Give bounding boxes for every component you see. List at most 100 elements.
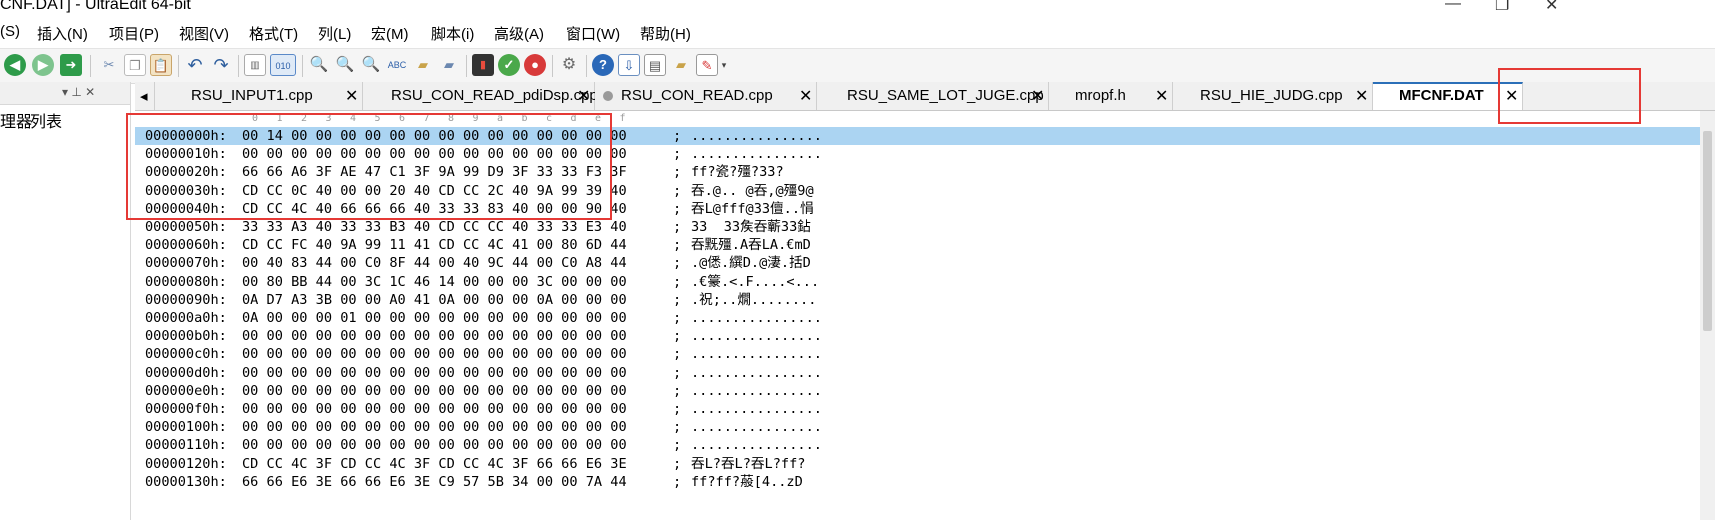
row-bytes[interactable]: CD CC FC 40 9A 99 11 41 CD CC 4C 41 00 8… <box>242 236 627 254</box>
row-ascii[interactable]: ................ <box>691 309 822 327</box>
menu-item-column[interactable]: 列(L) <box>318 23 351 44</box>
tab-scroll-left[interactable]: ◂ <box>135 82 155 110</box>
settings-icon[interactable]: ⚙ <box>558 54 580 76</box>
tab-mropf-h[interactable]: mropf.h ✕ <box>1049 82 1173 110</box>
row-ascii[interactable]: ff?瓷?殭?33? <box>691 163 784 181</box>
column-mode-icon[interactable]: ▥ <box>244 54 266 76</box>
tab-rsu-input1[interactable]: RSU_INPUT1.cpp ✕ <box>155 82 363 110</box>
row-bytes[interactable]: CD CC 4C 3F CD CC 4C 3F CD CC 4C 3F 66 6… <box>242 455 627 473</box>
undo-icon[interactable]: ↶ <box>184 54 206 76</box>
hex-mode-icon[interactable]: 010 <box>270 54 296 76</box>
hex-row[interactable]: 000000c0h: 00 00 00 00 00 00 00 00 00 00 … <box>135 345 1715 363</box>
script-icon[interactable]: ▮ <box>472 54 494 76</box>
menu-item-insert[interactable]: 插入(N) <box>37 23 88 44</box>
copy-icon[interactable]: ❐ <box>124 54 146 76</box>
view-icon[interactable]: ▤ <box>644 54 666 76</box>
hex-row[interactable]: 00000120h: CD CC 4C 3F CD CC 4C 3F CD CC … <box>135 455 1715 473</box>
row-bytes[interactable]: CD CC 4C 40 66 66 66 40 33 33 83 40 00 0… <box>242 200 627 218</box>
row-ascii[interactable]: ff?ff?蒰[4..zD <box>691 473 803 491</box>
row-ascii[interactable]: ................ <box>691 327 822 345</box>
stop-macro-icon[interactable]: ● <box>524 54 546 76</box>
hex-row[interactable]: 00000070h: 00 40 83 44 00 C0 8F 44 00 40 … <box>135 254 1715 272</box>
row-bytes[interactable]: 00 14 00 00 00 00 00 00 00 00 00 00 00 0… <box>242 127 627 145</box>
folder-icon[interactable]: ▰ <box>670 54 692 76</box>
tab-list[interactable]: 列表 <box>30 108 62 132</box>
spellcheck-icon[interactable]: ABC <box>386 54 408 76</box>
row-ascii[interactable]: .€籇.<.F....<... <box>691 273 819 291</box>
menu-item-format[interactable]: 格式(T) <box>249 23 298 44</box>
tab-close-icon[interactable]: ✕ <box>1155 86 1168 106</box>
edit-icon[interactable]: ✎ <box>696 54 718 76</box>
row-ascii[interactable]: ................ <box>691 364 822 382</box>
jump-icon[interactable]: ➜ <box>60 54 82 76</box>
vertical-scrollbar[interactable] <box>1700 111 1715 520</box>
row-bytes[interactable]: 00 00 00 00 00 00 00 00 00 00 00 00 00 0… <box>242 364 627 382</box>
hex-row[interactable]: 00000110h: 00 00 00 00 00 00 00 00 00 00 … <box>135 436 1715 454</box>
hex-row[interactable]: 000000b0h: 00 00 00 00 00 00 00 00 00 00 … <box>135 327 1715 345</box>
row-ascii[interactable]: ................ <box>691 418 822 436</box>
tab-close-icon[interactable]: ✕ <box>799 86 812 106</box>
row-ascii[interactable]: 吞黖殭.A吞LA.€mD <box>691 236 811 254</box>
row-bytes[interactable]: CD CC 0C 40 00 00 20 40 CD CC 2C 40 9A 9… <box>242 182 627 200</box>
row-ascii[interactable]: ................ <box>691 436 822 454</box>
row-bytes[interactable]: 0A D7 A3 3B 00 00 A0 41 0A 00 00 00 0A 0… <box>242 291 627 309</box>
row-bytes[interactable]: 00 00 00 00 00 00 00 00 00 00 00 00 00 0… <box>242 345 627 363</box>
scrollbar-thumb[interactable] <box>1703 131 1712 331</box>
row-bytes[interactable]: 00 00 00 00 00 00 00 00 00 00 00 00 00 0… <box>242 436 627 454</box>
row-bytes[interactable]: 00 00 00 00 00 00 00 00 00 00 00 00 00 0… <box>242 382 627 400</box>
hex-row[interactable]: 00000080h: 00 80 BB 44 00 3C 1C 46 14 00 … <box>135 273 1715 291</box>
row-bytes[interactable]: 33 33 A3 40 33 33 B3 40 CD CC CC 40 33 3… <box>242 218 627 236</box>
tab-mfcnf-dat[interactable]: MFCNF.DAT ✕ <box>1373 82 1523 110</box>
row-bytes[interactable]: 00 40 83 44 00 C0 8F 44 00 40 9C 44 00 C… <box>242 254 627 272</box>
tab-close-icon[interactable]: ✕ <box>345 86 358 106</box>
tab-rsu-hie-judg[interactable]: RSU_HIE_JUDG.cpp ✕ <box>1173 82 1373 110</box>
row-ascii[interactable]: 吞.@.. @吞,@殭9@ <box>691 182 814 200</box>
tab-close-icon[interactable]: ✕ <box>1355 86 1368 106</box>
row-ascii[interactable]: ................ <box>691 382 822 400</box>
tab-close-icon[interactable]: ✕ <box>577 86 590 106</box>
tab-rsu-con-read[interactable]: RSU_CON_READ.cpp ✕ <box>595 82 817 110</box>
replace-in-files-icon[interactable]: ▰ <box>438 54 460 76</box>
hex-editor[interactable]: 0 1 2 3 4 5 6 7 8 9 a b c d e f 00000000… <box>135 111 1715 520</box>
row-bytes[interactable]: 00 00 00 00 00 00 00 00 00 00 00 00 00 0… <box>242 145 627 163</box>
hex-row[interactable]: 00000040h: CD CC 4C 40 66 66 66 40 33 33 … <box>135 200 1715 218</box>
hex-row[interactable]: 000000f0h: 00 00 00 00 00 00 00 00 00 00 … <box>135 400 1715 418</box>
row-bytes[interactable]: 66 66 A6 3F AE 47 C1 3F 9A 99 D9 3F 33 3… <box>242 163 627 181</box>
row-ascii[interactable]: ................ <box>691 345 822 363</box>
restore-icon[interactable]: ❐ <box>1495 0 1509 15</box>
hex-row[interactable]: 000000e0h: 00 00 00 00 00 00 00 00 00 00 … <box>135 382 1715 400</box>
redo-icon[interactable]: ↷ <box>210 54 232 76</box>
find-icon[interactable]: 🔍 <box>308 54 330 76</box>
panel-controls-icon[interactable]: ▾ ⊥ ✕ <box>62 85 95 99</box>
run-macro-icon[interactable]: ✓ <box>498 54 520 76</box>
hex-row[interactable]: 000000d0h: 00 00 00 00 00 00 00 00 00 00 … <box>135 364 1715 382</box>
download-icon[interactable]: ⇩ <box>618 54 640 76</box>
hex-row[interactable]: 000000a0h: 0A 00 00 00 01 00 00 00 00 00 … <box>135 309 1715 327</box>
row-ascii[interactable]: .@僁.繏D.@淒.括D <box>691 254 811 272</box>
menu-item-advanced[interactable]: 高级(A) <box>494 23 544 44</box>
paste-icon[interactable]: 📋 <box>150 54 172 76</box>
row-bytes[interactable]: 00 80 BB 44 00 3C 1C 46 14 00 00 00 3C 0… <box>242 273 627 291</box>
row-bytes[interactable]: 0A 00 00 00 01 00 00 00 00 00 00 00 00 0… <box>242 309 627 327</box>
hex-row[interactable]: 00000020h: 66 66 A6 3F AE 47 C1 3F 9A 99 … <box>135 163 1715 181</box>
menu-item-macro[interactable]: 宏(M) <box>371 23 409 44</box>
hex-row[interactable]: 00000000h: 00 14 00 00 00 00 00 00 00 00 … <box>135 127 1715 146</box>
close-icon[interactable]: ✕ <box>1545 0 1558 15</box>
hex-row[interactable]: 00000030h: CD CC 0C 40 00 00 20 40 CD CC … <box>135 182 1715 200</box>
menu-item-view[interactable]: 视图(V) <box>179 23 229 44</box>
back-icon[interactable]: ◀ <box>4 54 26 76</box>
tab-rsu-same-lot-juge[interactable]: RSU_SAME_LOT_JUGE.cpp ✕ <box>817 82 1049 110</box>
row-ascii[interactable]: .祝;..燗........ <box>691 291 816 309</box>
row-ascii[interactable]: 吞L?吞L?吞L?ff? <box>691 455 805 473</box>
row-bytes[interactable]: 00 00 00 00 00 00 00 00 00 00 00 00 00 0… <box>242 400 627 418</box>
minimize-icon[interactable]: — <box>1445 0 1461 13</box>
hex-row[interactable]: 00000090h: 0A D7 A3 3B 00 00 A0 41 0A 00 … <box>135 291 1715 309</box>
hex-row[interactable]: 00000060h: CD CC FC 40 9A 99 11 41 CD CC … <box>135 236 1715 254</box>
row-bytes[interactable]: 00 00 00 00 00 00 00 00 00 00 00 00 00 0… <box>242 327 627 345</box>
menu-item-project[interactable]: 项目(P) <box>109 23 159 44</box>
row-bytes[interactable]: 00 00 00 00 00 00 00 00 00 00 00 00 00 0… <box>242 418 627 436</box>
tab-rsu-con-read-pdidsp[interactable]: RSU_CON_READ_pdiDsp.cpp ✕ <box>363 82 598 110</box>
hex-row[interactable]: 00000100h: 00 00 00 00 00 00 00 00 00 00 … <box>135 418 1715 436</box>
row-ascii[interactable]: 33 33矦吞蘄33鉆 <box>691 218 811 236</box>
row-ascii[interactable]: ................ <box>691 400 822 418</box>
